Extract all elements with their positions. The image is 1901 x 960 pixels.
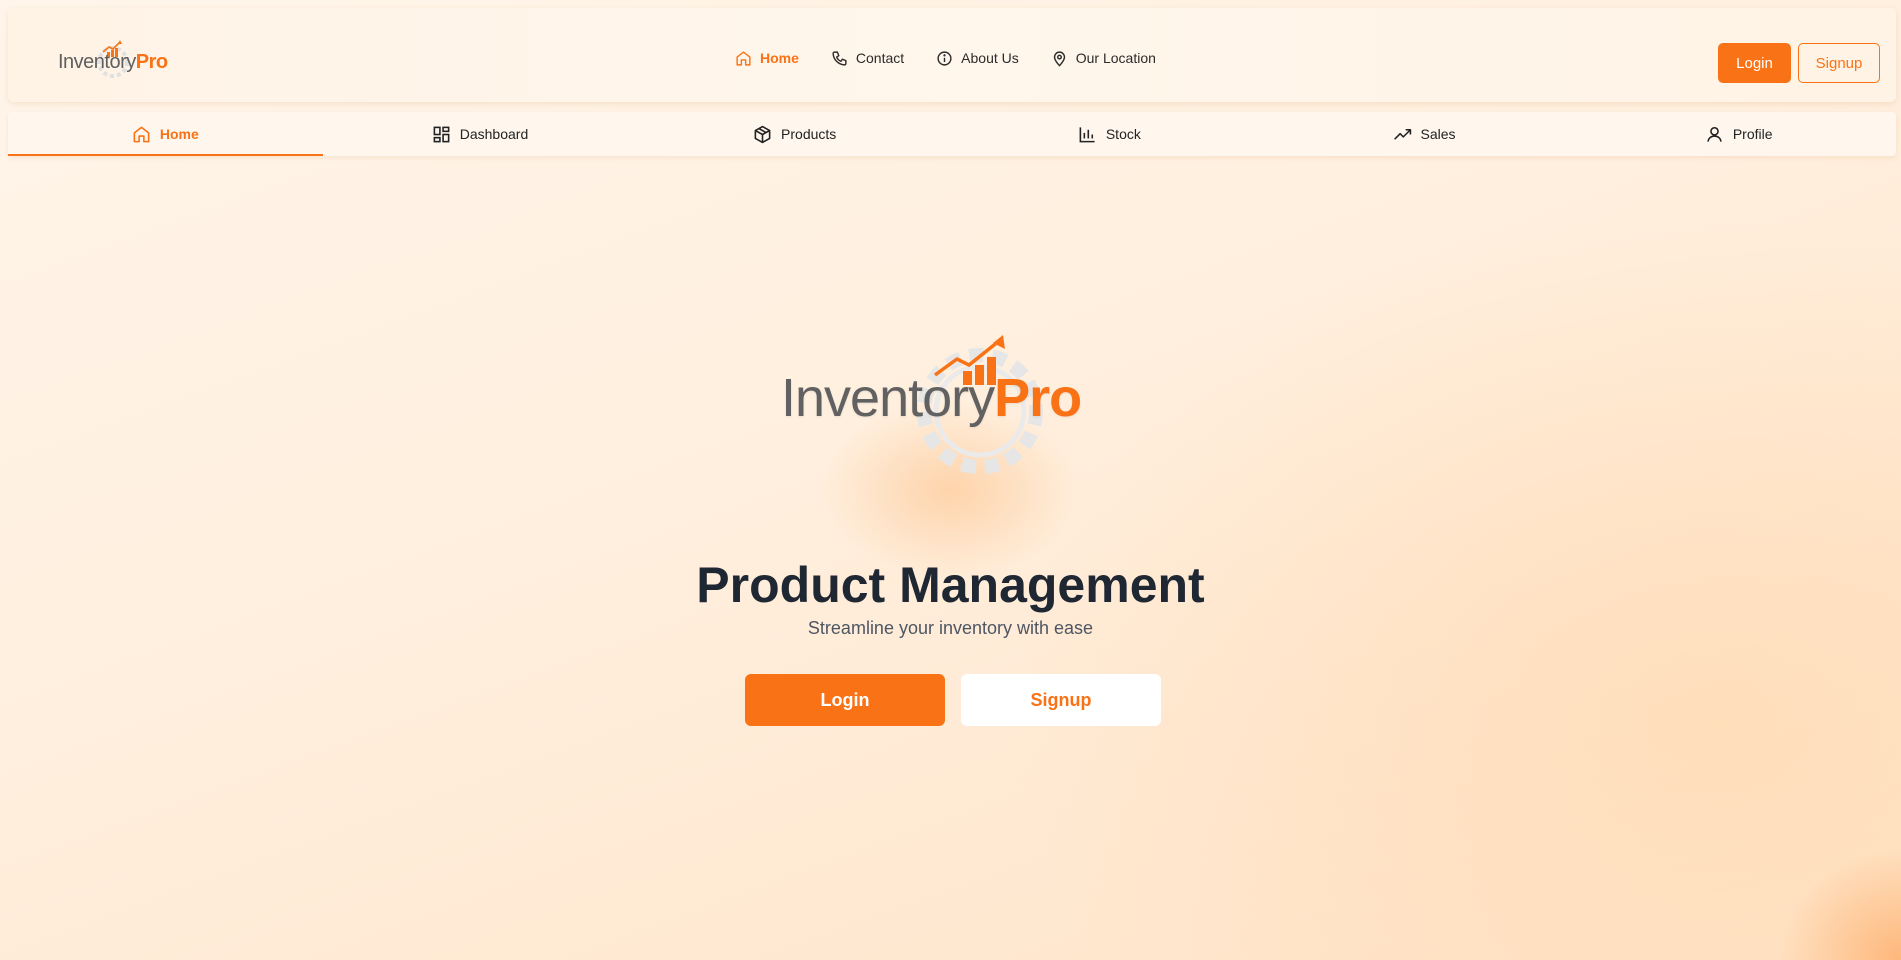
- tab-home-label: Home: [159, 126, 199, 142]
- hero-login-button[interactable]: Login: [745, 674, 945, 726]
- top-nav-contact-label: Contact: [855, 50, 905, 66]
- tab-home[interactable]: Home: [8, 112, 323, 156]
- map-pin-icon: [1053, 50, 1065, 67]
- tab-products-label: Products: [781, 126, 837, 142]
- top-nav-home-label: Home: [760, 50, 799, 66]
- top-nav-home[interactable]: Home: [735, 50, 799, 67]
- brand-name-o: o: [109, 51, 121, 73]
- hero-brand-gray-2: ry: [951, 368, 995, 428]
- trending-up-icon: [1393, 128, 1411, 140]
- top-nav-location-label: Our Location: [1075, 50, 1156, 66]
- brand-name-gray-2: ry: [120, 51, 136, 73]
- top-navbar: InventoryPro Home Contact About Us Our L…: [8, 8, 1896, 102]
- hero-brand-accent: Pro: [994, 368, 1082, 428]
- tab-stock-label: Stock: [1105, 126, 1141, 142]
- hero-subtitle: Streamline your inventory with ease: [807, 618, 1094, 638]
- hero-title: Product Management: [696, 557, 1205, 613]
- hero-brand-gray-1: Invent: [781, 368, 923, 428]
- brand-name-accent: Pro: [135, 51, 168, 73]
- top-login-button[interactable]: Login: [1718, 43, 1791, 83]
- top-nav-location[interactable]: Our Location: [1051, 50, 1156, 67]
- home-icon: [133, 126, 150, 142]
- tab-sales[interactable]: Sales: [1267, 112, 1582, 156]
- box-icon: [754, 125, 771, 143]
- brand-name-gray-1: Invent: [58, 51, 110, 73]
- phone-icon: [832, 50, 847, 66]
- top-nav-links: Home Contact About Us Our Location: [735, 43, 1156, 73]
- top-nav-about[interactable]: About Us: [936, 50, 1019, 67]
- user-icon: [1707, 126, 1722, 142]
- home-icon: [736, 50, 751, 66]
- tab-profile-label: Profile: [1732, 126, 1773, 142]
- hero-signup-button[interactable]: Signup: [961, 674, 1161, 726]
- hero-wordmark: InventoryPro: [781, 367, 1082, 429]
- bar-chart-icon: [1079, 126, 1095, 142]
- tab-products[interactable]: Products: [637, 112, 952, 156]
- info-icon: [937, 50, 952, 66]
- tab-dashboard-label: Dashboard: [459, 126, 529, 142]
- tab-stock[interactable]: Stock: [952, 112, 1267, 156]
- tab-sales-label: Sales: [1420, 126, 1456, 142]
- hero-brand-o: o: [922, 368, 952, 428]
- dashboard-icon: [433, 126, 450, 142]
- hero-logo: InventoryPro: [775, 325, 1125, 475]
- tab-bar: Home Dashboard Products Stock Sales Prof…: [8, 112, 1896, 156]
- brand-wordmark: InventoryPro: [58, 51, 168, 74]
- tab-profile[interactable]: Profile: [1581, 112, 1896, 156]
- brand-logo[interactable]: InventoryPro: [50, 32, 180, 84]
- top-nav-contact[interactable]: Contact: [831, 50, 904, 67]
- tab-dashboard[interactable]: Dashboard: [323, 112, 638, 156]
- top-signup-button[interactable]: Signup: [1798, 43, 1880, 83]
- top-nav-about-label: About Us: [961, 50, 1019, 66]
